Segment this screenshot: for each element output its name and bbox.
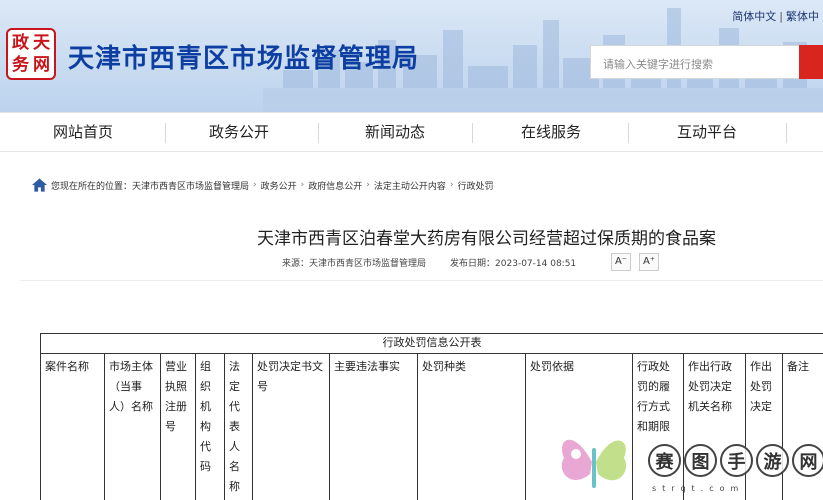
nav-divider	[786, 123, 787, 143]
font-increase-button[interactable]: A⁺	[639, 253, 659, 271]
chevron-right-icon: ›	[300, 180, 305, 190]
nav-item-interaction[interactable]: 互动平台	[646, 113, 768, 151]
seal-char: 天	[33, 32, 50, 53]
table-header-cell: 处罚种类	[417, 353, 526, 500]
watermark-logo: 赛 图 手 游 网 strqt.com	[548, 418, 823, 500]
breadcrumb-link[interactable]: 政务公开	[261, 179, 297, 192]
seal-char: 务	[12, 54, 29, 75]
breadcrumb-link[interactable]: 天津市西青区市场监督管理局	[132, 179, 249, 192]
home-icon	[32, 178, 47, 192]
lang-simplified-link[interactable]: 简体中文	[732, 10, 776, 23]
watermark-char: 游	[756, 444, 789, 477]
watermark-char: 网	[792, 444, 823, 477]
nav-item-news[interactable]: 新闻动态	[334, 113, 456, 151]
main-nav: 网站首页 政务公开 新闻动态 在线服务 互动平台	[0, 112, 823, 152]
lang-traditional-link[interactable]: 繁体中	[786, 10, 819, 23]
chevron-right-icon: ›	[449, 180, 454, 190]
date-label: 发布日期：	[450, 259, 496, 269]
search-box[interactable]: 请输入关键字进行搜索	[590, 45, 823, 79]
butterfly-logo-icon	[561, 439, 627, 488]
seal-char: 网	[33, 54, 50, 75]
breadcrumb-link[interactable]: 政府信息公开	[308, 179, 362, 192]
watermark-chars: 赛 图 手 游 网	[648, 444, 823, 477]
table-caption: 行政处罚信息公开表	[40, 333, 823, 354]
nav-item-home[interactable]: 网站首页	[22, 113, 144, 151]
table-header-cell: 法定代表人名称	[224, 353, 253, 500]
language-switcher: 简体中文 | 繁体中	[732, 10, 819, 23]
chevron-right-icon: ›	[366, 180, 370, 190]
article-meta: 来源：天津市西青区市场监督管理局 发布日期：2023-07-14 08:51	[282, 256, 576, 269]
source-value: 天津市西青区市场监督管理局	[309, 259, 427, 269]
seal-char: 政	[12, 32, 29, 53]
search-button[interactable]	[799, 45, 823, 79]
site-logo-seal[interactable]: 政 天 务 网	[6, 28, 56, 80]
search-input[interactable]: 请输入关键字进行搜索	[603, 56, 713, 72]
site-title[interactable]: 天津市西青区市场监督管理局	[68, 38, 419, 75]
source-label: 来源：	[282, 259, 310, 269]
breadcrumb-link[interactable]: 法定主动公开内容	[374, 179, 446, 192]
font-decrease-button[interactable]: A⁻	[611, 253, 631, 271]
nav-divider	[165, 123, 166, 143]
nav-item-gov-affairs[interactable]: 政务公开	[178, 113, 300, 151]
chevron-right-icon: ›	[253, 180, 257, 190]
watermark-char: 图	[684, 444, 717, 477]
table-header-cell: 处罚决定书文号	[252, 353, 330, 500]
date-value: 2023-07-14 08:51	[495, 259, 577, 269]
divider	[20, 280, 823, 281]
table-header-cell: 主要违法事实	[329, 353, 418, 500]
watermark-char: 赛	[648, 444, 681, 477]
table-header-cell: 组织机构代码	[195, 353, 225, 500]
breadcrumb-prefix: 您现在所在的位置：	[51, 181, 133, 192]
site-header: 政 天 务 网 天津市西青区市场监督管理局 简体中文 | 繁体中 请输入关键字进行搜…	[0, 0, 823, 112]
nav-item-online-services[interactable]: 在线服务	[490, 113, 612, 151]
article-title: 天津市西青区泊春堂大药房有限公司经营超过保质期的食品案	[257, 229, 716, 249]
breadcrumb-current[interactable]: 行政处罚	[458, 179, 494, 192]
nav-divider	[472, 123, 473, 143]
table-header-cell: 案件名称	[40, 353, 105, 500]
nav-divider	[318, 123, 319, 143]
breadcrumb: 您现在所在的位置： 天津市西青区市场监督管理局 › 政务公开 › 政府信息公开 …	[32, 178, 494, 192]
nav-divider	[628, 123, 629, 143]
table-header-cell: 营业执照注册号	[160, 353, 196, 500]
watermark-char: 手	[720, 444, 753, 477]
table-header-cell: 市场主体（当事人）名称	[104, 353, 161, 500]
watermark-url: strqt.com	[652, 484, 745, 493]
